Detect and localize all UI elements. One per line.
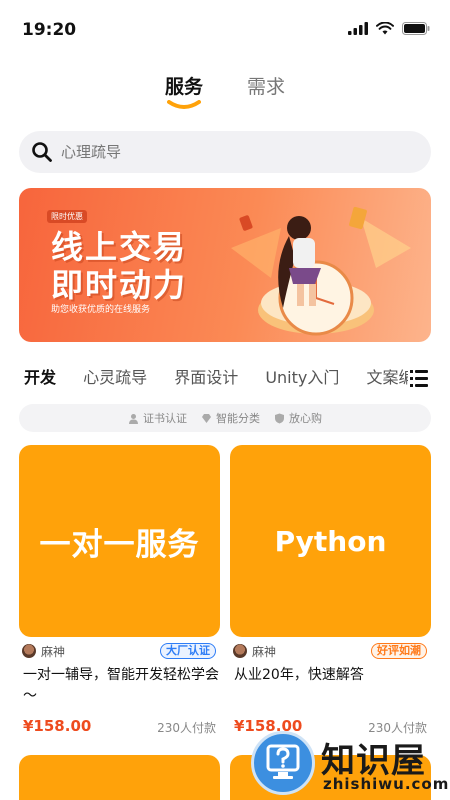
search-bar[interactable] — [19, 131, 431, 173]
category-tabs: 开发 心灵疏导 界面设计 Unity入门 文案编 — [0, 364, 450, 394]
seller-name: 麻神 — [41, 644, 66, 659]
banner-subtitle: 助您收获优质的在线服务 — [51, 305, 151, 315]
category-tab-copywriting[interactable]: 文案编 — [366, 364, 408, 392]
tab-demand[interactable]: 需求 — [247, 72, 285, 116]
signal-icon — [348, 22, 368, 35]
banner-title-line2: 即时动力 — [51, 266, 188, 304]
feature-safe-purchase-label: 放心购 — [289, 412, 322, 425]
tab-service[interactable]: 服务 — [165, 72, 203, 116]
tab-service-label: 服务 — [164, 76, 203, 98]
shield-icon — [275, 413, 284, 423]
diamond-icon — [202, 413, 211, 423]
watermark-url: zhishiwu.com — [323, 775, 450, 793]
card-seller: 麻神 大厂认证 — [19, 643, 220, 659]
seller-name: 麻神 — [252, 644, 277, 659]
search-input[interactable] — [61, 143, 401, 161]
avatar — [233, 644, 247, 658]
service-card[interactable]: Python 麻神 好评如潮 从业20年，快速解答 ¥158.00 230人付款 — [230, 445, 431, 739]
card-description: 从业20年，快速解答 — [234, 667, 364, 683]
avatar — [22, 644, 36, 658]
card-footer: ¥158.00 230人付款 — [19, 717, 220, 739]
card-description: 一对一辅导，智能开发轻松学会～ — [23, 667, 219, 704]
category-menu-icon[interactable] — [410, 368, 428, 388]
category-scroll[interactable]: 开发 心灵疏导 界面设计 Unity入门 文案编 — [24, 364, 408, 394]
feature-certified: 证书认证 — [128, 410, 187, 426]
watermark: 知识屋 zhishiwu.com — [251, 727, 450, 800]
banner-illustration — [231, 206, 411, 336]
feature-smart-category: 智能分类 — [201, 410, 260, 426]
question-monitor-icon — [266, 744, 300, 779]
tab-demand-label: 需求 — [247, 76, 286, 98]
watermark-logo — [251, 731, 315, 795]
service-card[interactable]: 一对一服务 麻神 大厂认证 一对一辅导，智能开发轻松学会～ ¥158.00 23… — [19, 445, 220, 739]
feature-safe-purchase: 放心购 — [274, 410, 322, 426]
category-tab-dev[interactable]: 开发 — [24, 364, 56, 392]
category-tab-ui-design[interactable]: 界面设计 — [174, 364, 238, 392]
search-icon — [32, 142, 52, 162]
card-price: ¥158.00 — [23, 717, 92, 735]
card-cover: Python — [230, 445, 431, 637]
battery-icon — [402, 22, 430, 35]
wifi-icon — [376, 22, 394, 35]
card-sold-count: 230人付款 — [157, 721, 216, 735]
active-tab-indicator — [166, 100, 201, 109]
status-time: 19:20 — [22, 20, 77, 40]
status-badge: 好评如潮 — [371, 643, 427, 659]
category-tab-unity[interactable]: Unity入门 — [265, 364, 339, 392]
user-icon — [129, 413, 138, 424]
category-tab-counseling[interactable]: 心灵疏导 — [83, 364, 147, 392]
service-card-partial[interactable] — [19, 755, 220, 800]
feature-smart-category-label: 智能分类 — [216, 412, 260, 425]
status-badge: 大厂认证 — [160, 643, 216, 659]
feature-strip: 证书认证 智能分类 放心购 — [19, 404, 431, 432]
promo-banner[interactable]: 限时优惠 线上交易 即时动力 助您收获优质的在线服务 — [19, 188, 431, 342]
card-seller: 麻神 好评如潮 — [230, 643, 431, 659]
status-bar: 19:20 — [0, 0, 450, 60]
feature-certified-label: 证书认证 — [143, 412, 187, 425]
top-tabs: 服务 需求 — [0, 72, 450, 116]
status-icons — [348, 22, 430, 35]
card-cover: 一对一服务 — [19, 445, 220, 637]
